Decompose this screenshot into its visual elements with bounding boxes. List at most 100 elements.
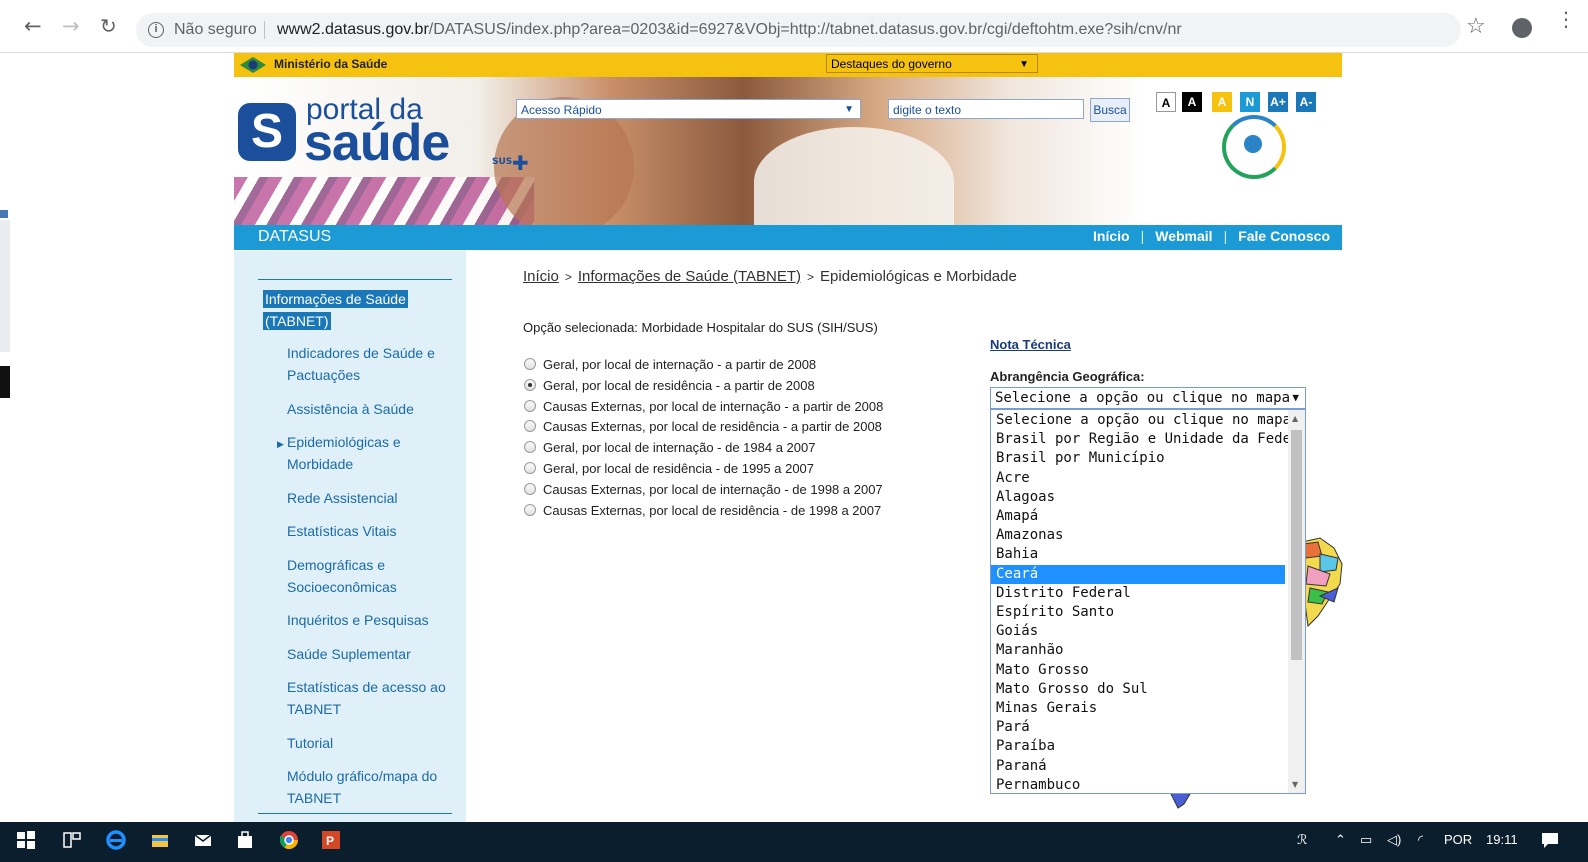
- people-icon[interactable]: ℛ: [1297, 832, 1307, 848]
- abrangencia-select[interactable]: Selecione a opção ou clique no mapa ▼: [990, 387, 1306, 409]
- back-arrow-icon[interactable]: ←: [24, 14, 42, 38]
- mail-icon[interactable]: [193, 830, 213, 850]
- powerpoint-icon[interactable]: P: [321, 830, 341, 850]
- font-decrease-button[interactable]: A-: [1296, 92, 1316, 112]
- address-bar[interactable]: i Não seguro www2.datasus.gov.br/DATASUS…: [136, 13, 1461, 47]
- info-icon[interactable]: i: [148, 22, 164, 38]
- dropdown-option[interactable]: Goiás: [991, 622, 1285, 641]
- clock[interactable]: 19:11: [1486, 832, 1518, 847]
- radio-label[interactable]: Geral, por local de internação - de 1984…: [543, 440, 815, 455]
- dropdown-option[interactable]: Mato Grosso do Sul: [991, 680, 1285, 699]
- dropdown-option[interactable]: Pernambuco: [991, 776, 1285, 793]
- breadcrumb-tabnet-link[interactable]: Informações de Saúde (TABNET): [578, 268, 801, 285]
- webmail-link[interactable]: Webmail: [1155, 228, 1212, 244]
- sidebar-item[interactable]: Saúde Suplementar: [287, 643, 459, 665]
- radio-button[interactable]: [524, 420, 536, 433]
- language-indicator[interactable]: POR: [1444, 832, 1472, 847]
- sidebar-item[interactable]: Módulo gráfico/mapa do TABNET: [287, 765, 459, 809]
- sidebar-item[interactable]: Assistência à Saúde: [287, 398, 459, 420]
- store-icon[interactable]: [235, 830, 255, 850]
- radio-button[interactable]: [524, 399, 536, 412]
- contrast-yellow-button[interactable]: A: [1212, 92, 1232, 112]
- radio-label[interactable]: Geral, por local de residência - de 1995…: [543, 461, 814, 476]
- dropdown-option[interactable]: Pará: [991, 718, 1285, 737]
- windows-start-icon[interactable]: [16, 830, 36, 850]
- radio-label[interactable]: Geral, por local de internação - a parti…: [543, 357, 816, 372]
- portal-saude-logo[interactable]: S portal da saúde SUS ✚: [238, 93, 529, 179]
- dropdown-option[interactable]: Espírito Santo: [991, 603, 1285, 622]
- fale-conosco-link[interactable]: Fale Conosco: [1238, 228, 1330, 244]
- sidebar-item[interactable]: Indicadores de Saúde e Pactuações: [287, 342, 459, 386]
- dropdown-option[interactable]: Alagoas: [991, 488, 1285, 507]
- radio-button[interactable]: [524, 462, 536, 474]
- dropdown-option[interactable]: Brasil por Município: [991, 449, 1285, 468]
- battery-icon[interactable]: ▭: [1360, 832, 1372, 848]
- sidebar-item[interactable]: Rede Assistencial: [287, 487, 459, 509]
- breadcrumb-home-link[interactable]: Início: [523, 268, 559, 285]
- dropdown-option[interactable]: Paraíba: [991, 737, 1285, 756]
- dropdown-option[interactable]: Bahia: [991, 545, 1285, 564]
- dropdown-option[interactable]: Ceará: [991, 564, 1285, 584]
- wifi-icon[interactable]: ◜: [1418, 832, 1423, 848]
- ministry-label[interactable]: Ministério da Saúde: [274, 57, 387, 71]
- dropdown-option[interactable]: Distrito Federal: [991, 584, 1285, 603]
- bookmark-star-icon[interactable]: ☆: [1466, 14, 1486, 39]
- chrome-icon[interactable]: [279, 830, 299, 850]
- contrast-black-button[interactable]: A: [1182, 92, 1202, 112]
- inicio-link[interactable]: Início: [1093, 228, 1130, 244]
- file-explorer-icon[interactable]: [150, 830, 170, 850]
- dropdown-option[interactable]: Amapá: [991, 507, 1285, 526]
- dropdown-option[interactable]: Brasil por Região e Unidade da Federação: [991, 430, 1305, 449]
- dropdown-option[interactable]: Minas Gerais: [991, 699, 1285, 718]
- menu-dots-icon[interactable]: ⋮: [1556, 9, 1576, 29]
- background-window-edge: [0, 220, 10, 352]
- radio-label[interactable]: Causas Externas, por local de internação…: [543, 399, 883, 414]
- dropdown-scrollbar[interactable]: ▲ ▼: [1288, 410, 1305, 793]
- dropdown-option[interactable]: Amazonas: [991, 526, 1285, 545]
- dropdown-option[interactable]: Mato Grosso: [991, 661, 1285, 680]
- font-normal-button[interactable]: A: [1156, 92, 1176, 112]
- sidebar-item[interactable]: Tutorial: [287, 732, 459, 754]
- radio-button[interactable]: [524, 358, 536, 370]
- dropdown-option[interactable]: Selecione a opção ou clique no mapa: [991, 411, 1291, 430]
- acesso-rapido-select[interactable]: Acesso Rápido ▼: [516, 99, 861, 119]
- edge-browser-icon[interactable]: [106, 830, 126, 850]
- radio-label[interactable]: Causas Externas, por local de residência…: [543, 419, 882, 434]
- account-icon[interactable]: [1512, 18, 1532, 38]
- sidebar-item[interactable]: Inquéritos e Pesquisas: [287, 609, 459, 631]
- scroll-up-icon[interactable]: ▲: [1292, 414, 1298, 423]
- forward-arrow-icon[interactable]: →: [62, 14, 80, 38]
- radio-button[interactable]: [524, 378, 536, 391]
- svg-text:P: P: [326, 834, 334, 848]
- notification-center-icon[interactable]: [1540, 830, 1560, 850]
- sidebar-item[interactable]: Estatísticas Vitais: [287, 520, 459, 542]
- radio-button[interactable]: [524, 503, 536, 516]
- brazil-map[interactable]: [1300, 536, 1344, 628]
- dropdown-option[interactable]: Paraná: [991, 757, 1285, 776]
- destaques-select[interactable]: Destaques do governo ▼: [826, 54, 1038, 73]
- radio-label[interactable]: Causas Externas, por local de residência…: [543, 503, 881, 518]
- reload-icon[interactable]: ↻: [100, 14, 117, 38]
- sidebar-item[interactable]: Estatísticas de acesso ao TABNET: [287, 676, 459, 720]
- volume-icon[interactable]: ◁): [1387, 832, 1401, 848]
- radio-button[interactable]: [524, 441, 536, 454]
- radio-label[interactable]: Geral, por local de residência - a parti…: [543, 378, 815, 393]
- scrollbar-thumb[interactable]: [1291, 430, 1302, 660]
- datasus-title[interactable]: DATASUS: [258, 228, 331, 246]
- abrangencia-dropdown-list: Selecione a opção ou clique no mapa Brasi…: [990, 409, 1306, 794]
- radio-label[interactable]: Causas Externas, por local de internação…: [543, 482, 883, 497]
- search-button[interactable]: Busca: [1090, 98, 1130, 122]
- dropdown-option[interactable]: Maranhão: [991, 641, 1285, 660]
- sidebar-item[interactable]: Epidemiológicas e Morbidade: [287, 431, 459, 475]
- search-input[interactable]: digite o texto: [888, 99, 1084, 119]
- radio-button[interactable]: [524, 482, 536, 495]
- nota-tecnica-link[interactable]: Nota Técnica: [990, 337, 1071, 352]
- task-view-icon[interactable]: [62, 830, 82, 850]
- dropdown-option[interactable]: Acre: [991, 469, 1285, 488]
- sidebar-item[interactable]: Demográficas e Socioeconômicas: [287, 554, 459, 598]
- contrast-normal-button[interactable]: N: [1240, 92, 1260, 112]
- sidebar-heading-tabnet[interactable]: Informações de Saúde (TABNET): [263, 288, 453, 332]
- scroll-down-icon[interactable]: ▼: [1292, 780, 1298, 789]
- chevron-up-icon[interactable]: ⌃: [1335, 832, 1346, 848]
- font-increase-button[interactable]: A+: [1268, 92, 1288, 112]
